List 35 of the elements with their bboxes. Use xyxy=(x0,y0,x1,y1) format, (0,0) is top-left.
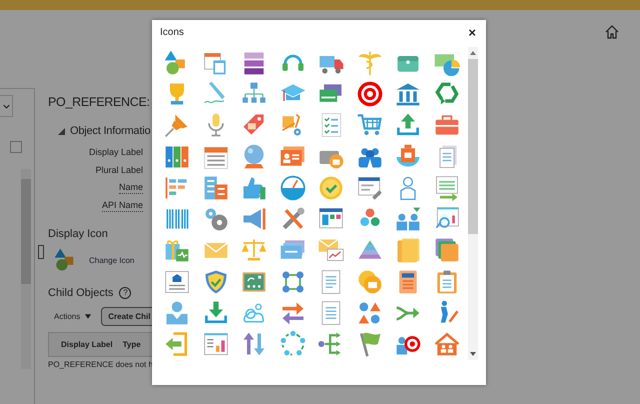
house-people-icon[interactable] xyxy=(432,330,461,358)
change-icon-link[interactable]: Change Icon xyxy=(89,256,134,264)
section-heading: Child Objects xyxy=(48,287,114,299)
seal-icon[interactable] xyxy=(317,174,346,202)
gauge-icon[interactable] xyxy=(278,174,307,202)
field-label: API Name xyxy=(102,200,143,212)
select-field[interactable] xyxy=(0,95,13,117)
stacked-squares-icon[interactable] xyxy=(432,236,461,264)
checkbox[interactable] xyxy=(10,141,22,153)
page-title: PO_REFERENCE: xyxy=(48,95,151,109)
buildings-icon[interactable] xyxy=(202,174,230,202)
section-title: Object Informatio xyxy=(70,125,150,137)
help-icon[interactable]: ? xyxy=(119,287,132,299)
scrollbar[interactable] xyxy=(21,169,31,369)
section-heading: Display Icon xyxy=(48,228,109,240)
chevron-icon xyxy=(2,104,10,108)
actions-menu[interactable]: Actions xyxy=(54,312,92,321)
cycle-icon[interactable] xyxy=(278,330,307,358)
field-label: Display Label xyxy=(88,146,143,158)
caret-icon xyxy=(85,314,92,319)
field-label: Name xyxy=(118,182,143,194)
target-icon[interactable] xyxy=(356,80,384,108)
people-icon[interactable] xyxy=(394,205,422,234)
dialog-title: Icons xyxy=(160,26,184,38)
expand-triangle-icon[interactable] xyxy=(58,128,65,134)
scroll-up-icon[interactable] xyxy=(470,51,476,55)
home-icon[interactable] xyxy=(604,24,620,40)
field-label: Plural Label xyxy=(95,164,143,176)
close-button[interactable]: × xyxy=(466,24,478,40)
column-header[interactable]: Type xyxy=(122,340,141,349)
scrollbar[interactable] xyxy=(468,47,478,360)
column-header[interactable]: Display Label xyxy=(61,340,113,349)
coins-icon[interactable] xyxy=(356,268,384,296)
scroll-down-icon[interactable] xyxy=(470,352,476,356)
collapse-handle[interactable] xyxy=(38,245,44,259)
